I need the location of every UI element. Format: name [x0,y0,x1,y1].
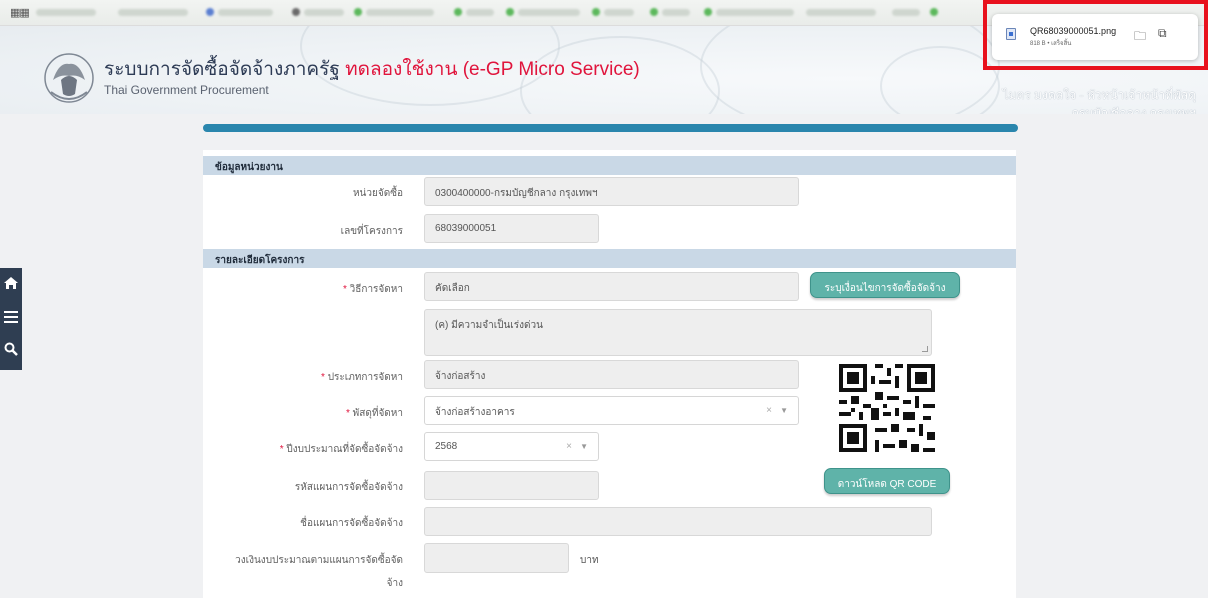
clear-icon[interactable]: × [766,405,772,416]
title-trial: ทดลองใช้งาน (e-GP Micro Service) [345,59,640,80]
qr-code-image [835,360,939,456]
procurement-type-field[interactable]: จ้างก่อสร้าง [424,360,799,389]
item-select[interactable]: จ้างก่อสร้างอาคาร × ▼ [424,396,799,425]
download-qr-button[interactable]: ดาวน์โหลด QR CODE [824,468,950,494]
fiscal-year-select[interactable]: 2568 × ▼ [424,432,599,461]
bookmark-item[interactable] [662,9,690,16]
bookmark-item[interactable] [218,9,273,16]
page-title: ระบบการจัดซื้อจัดจ้างภาครัฐ ทดลองใช้งาน … [104,54,640,84]
search-icon[interactable] [0,342,22,360]
method-reason-textarea[interactable]: (ค) มีความจำเป็นเร่งด่วน [424,309,932,356]
bookmark-icon [292,8,300,16]
bookmark-item[interactable] [604,9,634,16]
conditions-button[interactable]: ระบุเงื่อนไขการจัดซื้อจัดจ้าง [810,272,960,298]
plan-code-field[interactable] [424,471,599,500]
highlight-box [983,0,1208,70]
bookmark-icon [206,8,214,16]
agency-label: หน่วยจัดซื้อ [352,188,403,199]
method-label: * วิธีการจัดหา [342,284,403,295]
plan-name-label: ชื่อแผนการจัดซื้อจัดจ้าง [300,518,403,529]
resize-handle-icon[interactable] [922,346,928,352]
bookmark-icon [650,8,658,16]
bookmark-icon [506,8,514,16]
home-icon[interactable] [0,276,22,294]
budget-label: วงเงินงบประมาณตามแผนการจัดซื้อจัด จ้าง [235,555,403,589]
item-label: * พัสดุที่จัดหา [345,408,403,419]
bookmark-icon [704,8,712,16]
bookmark-item[interactable] [806,9,876,16]
project-number-label: เลขที่โครงการ [340,226,403,237]
section-agency: ข้อมูลหน่วยงาน [203,156,1016,175]
bookmark-icon [592,8,600,16]
fiscal-year-label: * ปีงบประมาณที่จัดซื้อจัดจ้าง [279,444,403,455]
side-nav [0,268,22,370]
plan-code-label: รหัสแผนการจัดซื้อจัดจ้าง [294,482,403,493]
apps-grid-icon[interactable]: ▦▦ [10,6,30,19]
budget-unit: บาท [580,555,599,566]
bookmark-item[interactable] [466,9,494,16]
bookmark-icon [454,8,462,16]
chevron-down-icon[interactable]: ▼ [580,442,588,451]
title-english: Thai Government Procurement [104,83,269,97]
bookmark-icon [354,8,362,16]
user-organization: กรมบัญชีกลาง กรุงเทพฯ [1071,106,1196,114]
plan-name-field[interactable] [424,507,932,536]
chevron-down-icon[interactable]: ▼ [780,406,788,415]
project-form: ข้อมูลหน่วยงาน หน่วยจัดซื้อ 0300400000-ก… [203,150,1016,598]
agency-field[interactable]: 0300400000-กรมบัญชีกลาง กรุงเทพฯ [424,177,799,206]
section-project: รายละเอียดโครงการ [203,249,1016,268]
bookmark-item[interactable] [304,9,344,16]
bookmark-item[interactable] [518,9,580,16]
project-number-field[interactable]: 68039000051 [424,214,599,243]
clear-icon[interactable]: × [566,441,572,452]
menu-icon[interactable] [0,310,22,327]
progress-bar [203,124,1018,132]
government-emblem-icon[interactable] [43,50,95,106]
procurement-type-label: * ประเภทการจัดหา [321,372,403,383]
bookmark-item[interactable] [892,9,920,16]
method-field[interactable]: คัดเลือก [424,272,799,301]
bookmark-item[interactable] [366,9,434,16]
bookmark-item[interactable] [118,9,188,16]
bookmark-item[interactable] [716,9,794,16]
budget-field[interactable] [424,543,569,573]
title-main: ระบบการจัดซื้อจัดจ้างภาครัฐ [104,59,340,80]
user-role[interactable]: ไมตร มงคลใจ - หัวหน้าเจ้าหน้าที่พัสดุ [1003,86,1196,105]
bookmark-item[interactable] [36,9,96,16]
bookmark-icon [930,8,938,16]
